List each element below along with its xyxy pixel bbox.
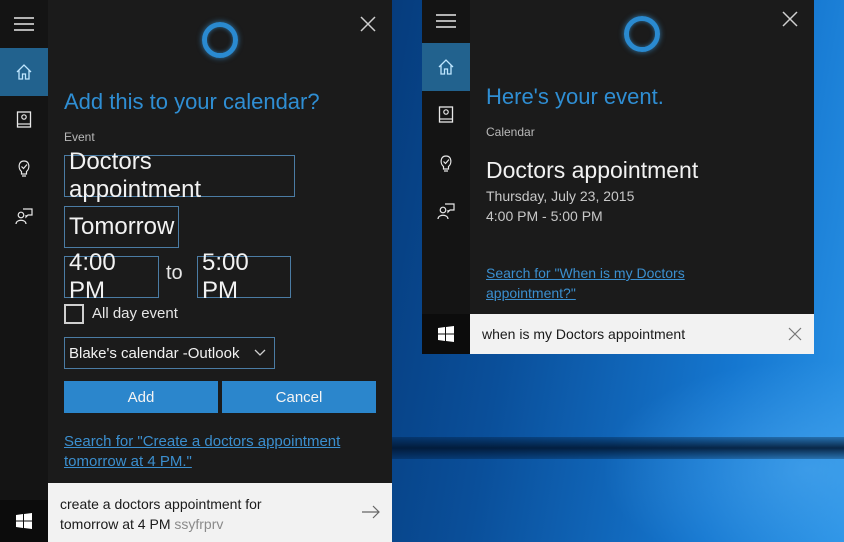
page-title: Here's your event. <box>486 84 664 109</box>
calendar-label: Calendar <box>486 125 535 139</box>
cortana-panel-event-result: Here's your event. Calendar Doctors appo… <box>422 0 814 354</box>
event-date: Thursday, July 23, 2015 <box>486 188 635 204</box>
page-title: Add this to your calendar? <box>64 89 320 114</box>
search-input[interactable]: create a doctors appointment for tomorro… <box>60 494 262 534</box>
event-result-content: Here's your event. Calendar Doctors appo… <box>470 0 814 354</box>
search-box[interactable]: create a doctors appointment for tomorro… <box>48 483 392 542</box>
calendar-select[interactable]: Blake's calendar -Outlook <box>64 337 275 369</box>
web-search-link-line2: appointment?" <box>486 285 576 301</box>
home-icon <box>438 59 454 75</box>
all-day-checkbox[interactable] <box>64 304 84 324</box>
hamburger-icon <box>436 14 456 28</box>
start-button[interactable] <box>0 500 48 542</box>
start-time-field[interactable]: 4:00 PM <box>64 249 159 304</box>
lightbulb-icon <box>18 160 30 177</box>
search-input[interactable]: when is my Doctors appointment <box>482 326 685 342</box>
search-query-line1: create a doctors appointment for <box>60 496 262 512</box>
search-box[interactable]: when is my Doctors appointment <box>470 314 814 354</box>
search-query-line2: tomorrow at 4 PM <box>60 516 171 532</box>
cortana-panel-add-event: Add this to your calendar? Event Doctors… <box>0 0 392 542</box>
cortana-logo-icon <box>202 22 238 58</box>
close-icon[interactable] <box>358 14 378 34</box>
search-query-suffix: ssyfrprv <box>174 516 224 532</box>
clear-search-icon[interactable] <box>788 327 802 341</box>
close-icon[interactable] <box>780 9 800 29</box>
to-label: to <box>166 262 183 284</box>
feedback-icon <box>437 203 455 220</box>
lightbulb-icon <box>440 155 452 172</box>
web-search-link[interactable]: Search for "When is my Doctors appointme… <box>486 263 685 303</box>
rail-item-feedback[interactable] <box>422 187 470 235</box>
end-time-field[interactable]: 5:00 PM <box>197 249 291 304</box>
home-icon <box>16 64 32 80</box>
cancel-button[interactable]: Cancel <box>222 381 376 413</box>
event-title-field[interactable]: Doctors appointment <box>64 148 295 203</box>
rail-item-notebook[interactable] <box>422 91 470 139</box>
feedback-icon <box>15 208 33 225</box>
cortana-rail <box>0 0 48 542</box>
rail-item-home[interactable] <box>422 43 470 91</box>
rail-item-home[interactable] <box>0 48 48 96</box>
desktop-wallpaper-streak <box>392 437 844 459</box>
hamburger-icon <box>14 17 34 31</box>
notebook-icon <box>16 111 32 128</box>
add-button[interactable]: Add <box>64 381 218 413</box>
event-date-field[interactable]: Tomorrow <box>64 206 179 248</box>
notebook-icon <box>438 106 454 123</box>
web-search-link-line1: Search for "Create a doctors appointment <box>64 433 341 450</box>
event-label: Event <box>64 130 95 144</box>
rail-item-feedback[interactable] <box>0 192 48 240</box>
calendar-select-value: Blake's calendar -Outlook <box>69 344 240 362</box>
rail-item-notebook[interactable] <box>0 96 48 144</box>
cortana-logo-icon <box>624 16 660 52</box>
rail-item-reminders[interactable] <box>422 139 470 187</box>
web-search-link-line2: tomorrow at 4 PM." <box>64 453 192 470</box>
windows-logo-icon <box>438 326 454 342</box>
event-title: Doctors appointment <box>486 157 699 183</box>
cortana-rail <box>422 0 470 354</box>
web-search-link-line1: Search for "When is my Doctors <box>486 265 685 281</box>
hamburger-menu-button[interactable] <box>0 0 48 48</box>
all-day-label: All day event <box>92 305 178 322</box>
add-event-content: Add this to your calendar? Event Doctors… <box>48 0 392 542</box>
hamburger-menu-button[interactable] <box>422 0 470 42</box>
chevron-down-icon <box>254 349 266 356</box>
event-time: 4:00 PM - 5:00 PM <box>486 208 603 224</box>
arrow-right-icon[interactable] <box>362 505 380 519</box>
start-button[interactable] <box>422 314 470 354</box>
windows-logo-icon <box>16 513 32 529</box>
rail-item-reminders[interactable] <box>0 144 48 192</box>
web-search-link[interactable]: Search for "Create a doctors appointment… <box>64 432 340 472</box>
